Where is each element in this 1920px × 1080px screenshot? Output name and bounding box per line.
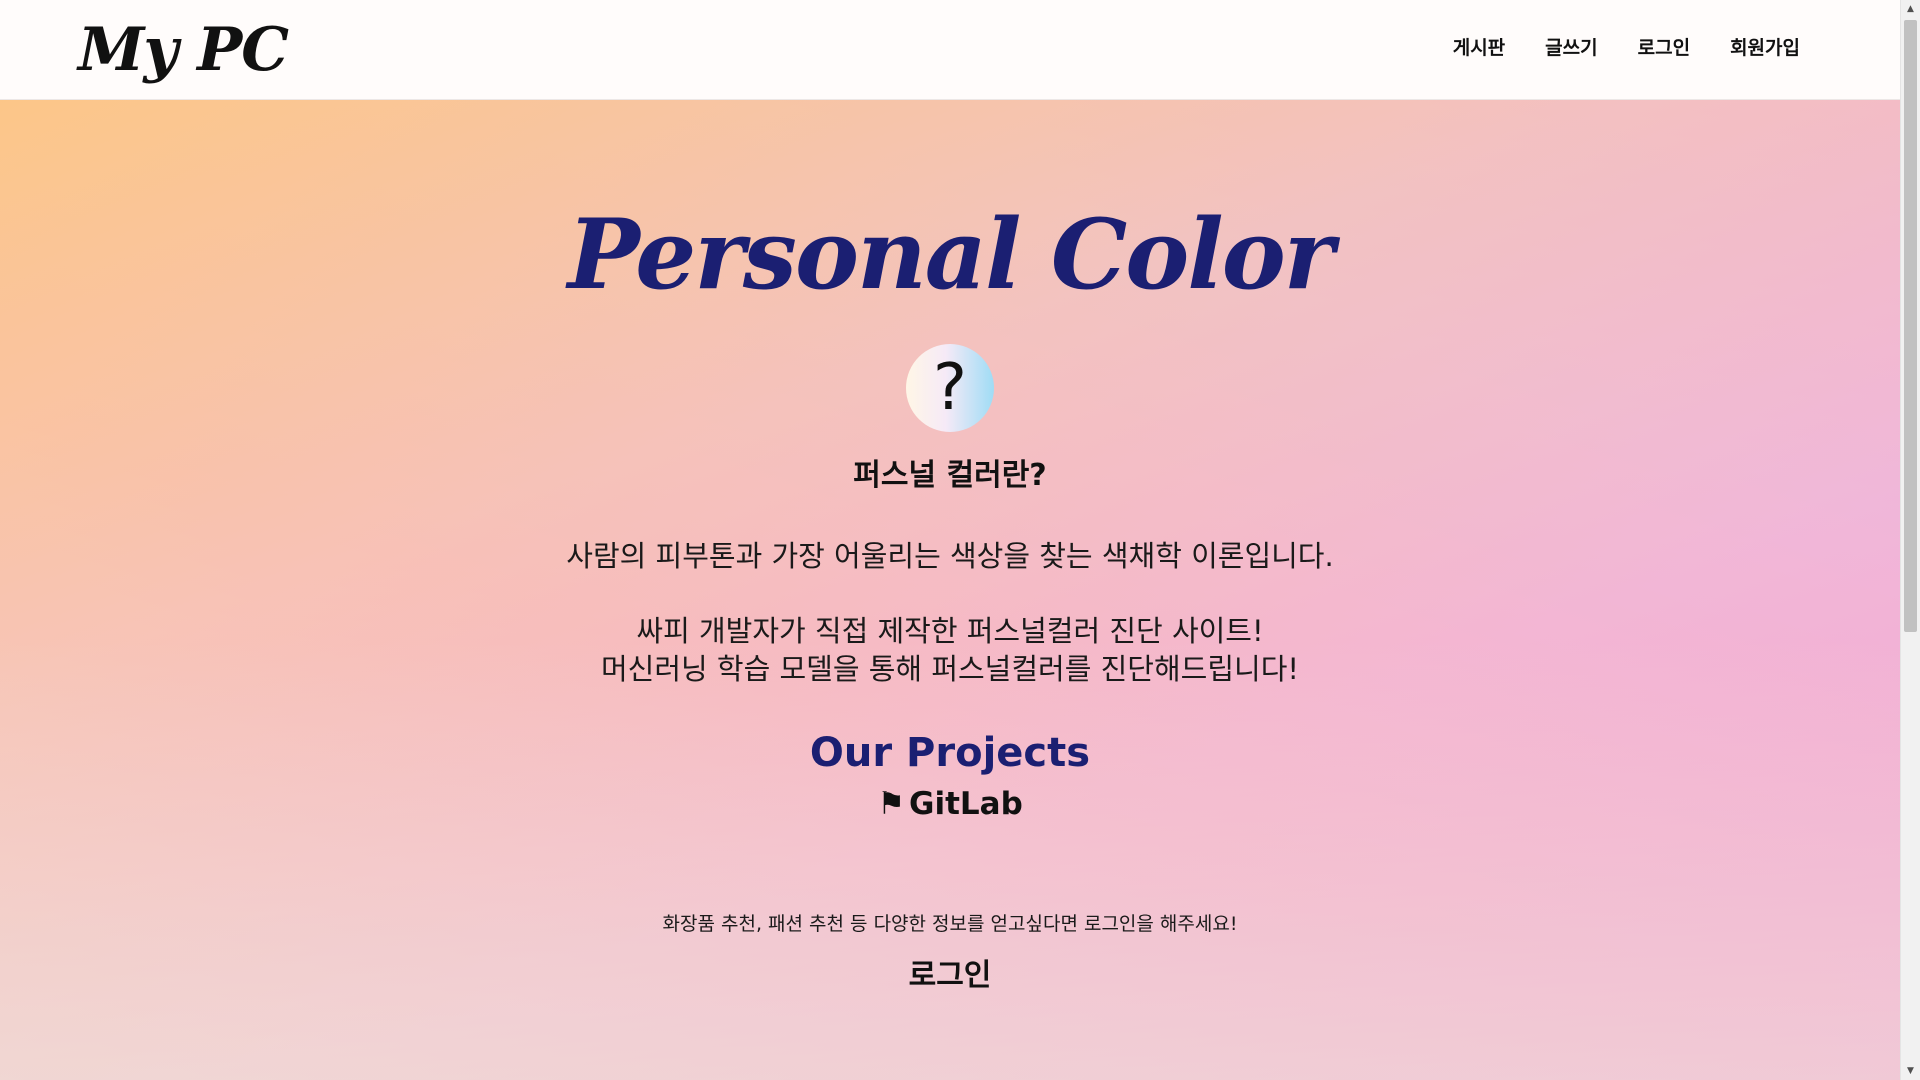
scroll-down-arrow-icon[interactable]: ▼ xyxy=(1901,1062,1920,1080)
hero-section: Personal Color ? 퍼스널 컬러란? 사람의 피부톤과 가장 어울… xyxy=(0,100,1900,1080)
gitlab-label: GitLab xyxy=(909,786,1023,822)
scroll-up-arrow-icon[interactable]: ▲ xyxy=(1901,0,1920,18)
our-projects-heading: Our Projects xyxy=(809,730,1091,776)
site-logo[interactable]: My PC xyxy=(78,16,289,84)
main-nav: 게시판 글쓰기 로그인 회원가입 xyxy=(1453,34,1800,62)
login-button[interactable]: 로그인 xyxy=(0,956,1900,996)
nav-write-link[interactable]: 글쓰기 xyxy=(1545,34,1597,62)
scrollbar-thumb[interactable] xyxy=(1904,20,1917,632)
hero-content: Personal Color ? 퍼스널 컬러란? 사람의 피부톤과 가장 어울… xyxy=(0,100,1900,1080)
nav-signup-link[interactable]: 회원가입 xyxy=(1730,34,1800,62)
login-notice-text: 화장품 추천, 패션 추천 등 다양한 정보를 얻고싶다면 로그인을 해주세요! xyxy=(662,913,1238,935)
page: My PC 게시판 글쓰기 로그인 회원가입 Personal Color ? … xyxy=(0,0,1920,1080)
personal-color-description: 사람의 피부톤과 가장 어울리는 색상을 찾는 색채학 이론입니다. xyxy=(566,539,1334,573)
question-mark-glyph: ? xyxy=(933,351,967,425)
gitlab-link[interactable]: ⚑ GitLab xyxy=(0,784,1900,824)
flag-icon: ⚑ xyxy=(877,786,906,822)
nav-board-link[interactable]: 게시판 xyxy=(1453,34,1505,62)
nav-login-link[interactable]: 로그인 xyxy=(1638,34,1690,62)
site-intro-line-2: 머신러닝 학습 모델을 통해 퍼스널컬러를 진단해드립니다! xyxy=(600,652,1300,686)
top-navbar: My PC 게시판 글쓰기 로그인 회원가입 xyxy=(0,0,1900,100)
question-mark-icon: ? xyxy=(906,344,994,432)
personal-color-subtitle: 퍼스널 컬러란? xyxy=(853,458,1047,493)
vertical-scrollbar[interactable]: ▲ ▼ xyxy=(1900,0,1920,1080)
site-intro-line-1: 싸피 개발자가 직접 제작한 퍼스널컬러 진단 사이트! xyxy=(636,614,1264,648)
hero-title: Personal Color xyxy=(567,198,1335,311)
